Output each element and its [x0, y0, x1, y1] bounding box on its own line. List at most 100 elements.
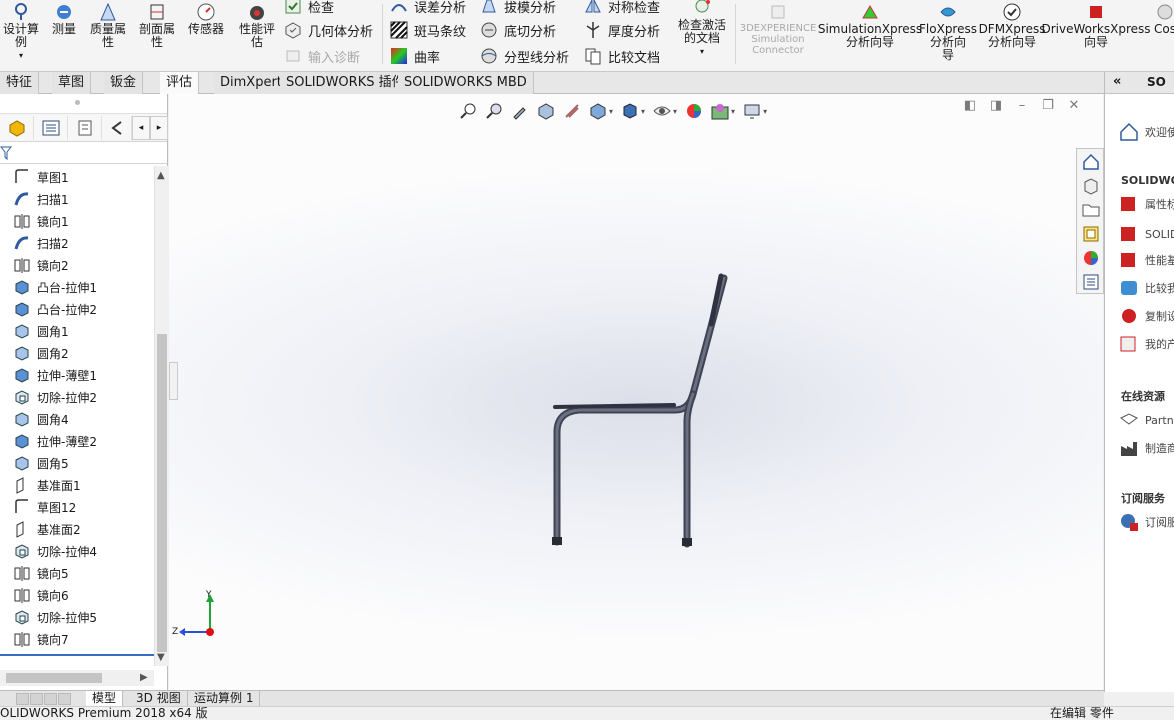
- geometry-analysis-button[interactable]: 几何体分析: [284, 20, 373, 40]
- symmetry-check-button[interactable]: 对称检查: [584, 0, 660, 16]
- feature-tree-item[interactable]: 圆角2: [0, 342, 154, 364]
- task-pane-item[interactable]: 复制设: [1119, 305, 1174, 327]
- panel-grip[interactable]: [0, 94, 167, 114]
- tab-sketch[interactable]: 草图: [52, 72, 92, 94]
- tab-scroll-left[interactable]: ◂: [132, 116, 150, 140]
- dimxpert-tab[interactable]: [102, 116, 132, 140]
- vertical-scrollbar[interactable]: ▲ ▼: [154, 166, 168, 666]
- task-pane-item[interactable]: Partne: [1119, 409, 1174, 431]
- sensors-button[interactable]: 传感器: [184, 2, 228, 36]
- feature-tree-item[interactable]: 草图1: [0, 166, 154, 188]
- feature-tree-item[interactable]: 凸台-拉伸1: [0, 276, 154, 298]
- design-library-tab[interactable]: [1080, 175, 1102, 197]
- feature-tree-item[interactable]: 凸台-拉伸2: [0, 298, 154, 320]
- task-pane-header: « SO: [1105, 72, 1174, 94]
- resources-tab[interactable]: [1080, 151, 1102, 173]
- view-palette-tab[interactable]: [1080, 223, 1102, 245]
- flo-xpress-button[interactable]: FloXpress 分析向 导: [919, 2, 977, 62]
- tab-motion-study[interactable]: 运动算例 1: [188, 691, 261, 707]
- tab-solidworks-mbd[interactable]: SOLIDWORKS MBD: [398, 72, 534, 94]
- task-pane-item[interactable]: 比较我: [1119, 277, 1174, 299]
- tab-evaluate[interactable]: 评估: [160, 72, 200, 94]
- check-active-document-button[interactable]: 检查激活 的文档 ▾: [674, 0, 730, 58]
- task-pane-item[interactable]: 制造商: [1119, 437, 1174, 459]
- feature-tree-item[interactable]: 镜向2: [0, 254, 154, 276]
- feature-tree-item[interactable]: 镜向6: [0, 584, 154, 606]
- feature-tree-item[interactable]: 圆角4: [0, 408, 154, 430]
- chair-model[interactable]: [169, 94, 1103, 690]
- feature-tree-item[interactable]: 草图12: [0, 496, 154, 518]
- welcome-link[interactable]: 欢迎使: [1119, 121, 1174, 143]
- feature-tree-item[interactable]: 拉伸-薄壁2: [0, 430, 154, 452]
- last-tab-button[interactable]: [58, 693, 71, 705]
- tab-model[interactable]: 模型: [86, 691, 124, 707]
- collapse-icon[interactable]: «: [1113, 74, 1121, 89]
- costing-button[interactable]: Cos: [1150, 2, 1174, 36]
- feature-tree-item[interactable]: 基准面1: [0, 474, 154, 496]
- task-pane-item[interactable]: 性能基: [1119, 249, 1174, 271]
- feature-tree-item[interactable]: 切除-拉伸4: [0, 540, 154, 562]
- feature-tree-item[interactable]: 基准面2: [0, 518, 154, 540]
- tab-dimxpert[interactable]: DimXpert: [214, 72, 289, 94]
- configurationmanager-tab[interactable]: [68, 116, 102, 140]
- scrollbar-thumb[interactable]: [6, 673, 102, 683]
- tab-scroll-right[interactable]: ▸: [150, 116, 168, 140]
- next-tab-button[interactable]: [44, 693, 57, 705]
- task-pane-item[interactable]: SOLID: [1119, 223, 1174, 245]
- feature-tree-item[interactable]: 切除-拉伸5: [0, 606, 154, 628]
- scroll-right-icon[interactable]: ▶: [140, 672, 148, 683]
- experience-connector-button[interactable]: 3DEXPERIENCE Simulation Connector: [738, 2, 818, 56]
- first-tab-button[interactable]: [16, 693, 29, 705]
- rollback-bar[interactable]: [0, 654, 154, 656]
- undercut-analysis-button[interactable]: 底切分析: [480, 20, 556, 40]
- feature-tree-item[interactable]: 镜向1: [0, 210, 154, 232]
- feature-tree: 草图1 扫描1 镜向1 扫描2 镜向2 凸台-拉伸1 凸台-拉伸2 圆角1 圆角2 拉伸-薄壁1 切…: [0, 166, 154, 654]
- tab-solidworks-addins[interactable]: SOLIDWORKS 插件: [280, 72, 412, 94]
- check-button[interactable]: 检查: [284, 0, 334, 16]
- task-pane-item[interactable]: 我的产: [1119, 333, 1174, 355]
- prev-tab-button[interactable]: [30, 693, 43, 705]
- scroll-down-icon[interactable]: ▼: [157, 652, 165, 663]
- mass-properties-button[interactable]: 质量属 性: [86, 2, 130, 49]
- dfm-xpress-button[interactable]: DFMXpress 分析向导: [979, 2, 1045, 49]
- curvature-button[interactable]: 曲率: [390, 46, 440, 66]
- zebra-stripes-button[interactable]: 斑马条纹: [390, 20, 466, 40]
- draft-analysis-button[interactable]: 拔模分析: [480, 0, 556, 16]
- scrollbar-thumb[interactable]: [157, 334, 167, 652]
- simulation-xpress-button[interactable]: SimulationXpress 分析向导: [818, 2, 922, 49]
- file-explorer-tab[interactable]: [1080, 199, 1102, 221]
- appearances-tab[interactable]: [1080, 247, 1102, 269]
- feature-tree-item[interactable]: 镜向7: [0, 628, 154, 650]
- task-pane-item[interactable]: 订阅服: [1119, 511, 1174, 533]
- measure-button[interactable]: 测量: [46, 2, 82, 36]
- feature-tree-item[interactable]: 圆角5: [0, 452, 154, 474]
- import-diagnostics-button[interactable]: 输入诊断: [284, 46, 360, 66]
- task-pane-item[interactable]: 属性标: [1119, 193, 1174, 215]
- driveworks-xpress-button[interactable]: DriveWorksXpress 向导: [1041, 2, 1151, 49]
- feature-tree-item[interactable]: 镜向5: [0, 562, 154, 584]
- horizontal-scrollbar[interactable]: ▶: [0, 670, 154, 686]
- feature-tree-item[interactable]: 扫描2: [0, 232, 154, 254]
- feature-tree-item[interactable]: 切除-拉伸2: [0, 386, 154, 408]
- compare-documents-button[interactable]: 比较文档: [584, 46, 660, 66]
- propertymanager-tab[interactable]: [34, 116, 68, 140]
- feature-tree-item[interactable]: 圆角1: [0, 320, 154, 342]
- parting-line-analysis-button[interactable]: 分型线分析: [480, 46, 569, 66]
- feature-tree-filter[interactable]: [0, 142, 167, 164]
- deviation-analysis-button[interactable]: 误差分析: [390, 0, 466, 16]
- tab-sheet-metal[interactable]: 钣金: [104, 72, 144, 94]
- thickness-analysis-button[interactable]: 厚度分析: [584, 20, 660, 40]
- featuremanager-tab[interactable]: [0, 116, 34, 140]
- custom-properties-tab[interactable]: [1080, 271, 1102, 293]
- design-study-button[interactable]: 设计算 例 ▾: [0, 2, 42, 62]
- tab-label: 钣金: [110, 75, 137, 90]
- graphics-area[interactable]: ▾ ▾ ▾ ▾ ▾ ◧ ◨ – ❐ ✕ Y Z: [169, 94, 1103, 690]
- fillet-icon: [15, 324, 29, 339]
- tab-3d-views[interactable]: 3D 视图: [130, 691, 188, 707]
- feature-tree-item[interactable]: 拉伸-薄壁1: [0, 364, 154, 386]
- tab-features[interactable]: 特征: [0, 72, 40, 94]
- section-properties-button[interactable]: 剖面属 性: [134, 2, 180, 49]
- feature-tree-item[interactable]: 扫描1: [0, 188, 154, 210]
- performance-eval-button[interactable]: 性能评 估: [234, 2, 280, 49]
- scroll-up-icon[interactable]: ▲: [157, 170, 165, 181]
